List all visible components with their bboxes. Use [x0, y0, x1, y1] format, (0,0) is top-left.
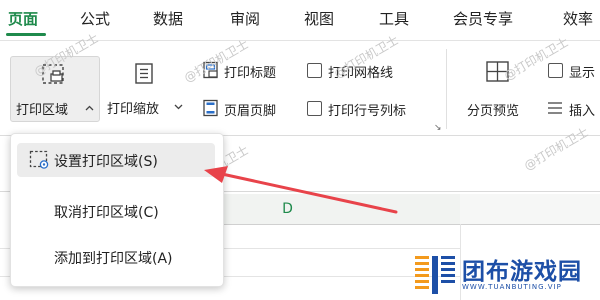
print-titles-icon: [203, 61, 218, 79]
header-footer-button[interactable]: 页眉页脚: [224, 100, 276, 119]
page-break-preview-label: 分页预览: [467, 104, 520, 119]
grid-col-line: [460, 224, 461, 300]
show-label: 显示: [569, 66, 596, 81]
dialog-launcher-icon[interactable]: ↘: [434, 123, 442, 133]
header-footer-icon: [203, 99, 218, 117]
tab-data[interactable]: 数据: [153, 8, 183, 29]
tab-formula[interactable]: 公式: [80, 8, 110, 29]
ribbon: 打印区域 打印缩放 打印标题 页眉页脚 打印网格线 打印行号列标 ↘ 分页预览 …: [0, 41, 600, 135]
print-scale-icon: [135, 63, 153, 84]
print-area-icon: [42, 64, 64, 84]
brand-logo-url: WWW.TUANBUTING.VIP: [462, 283, 562, 291]
tab-tools[interactable]: 工具: [379, 8, 409, 29]
page-break-preview-button[interactable]: 分页预览: [459, 56, 537, 120]
print-gridlines-checkbox[interactable]: [307, 63, 322, 78]
active-tab-indicator: [6, 33, 46, 36]
set-print-area-item[interactable]: 设置打印区域(S): [17, 143, 215, 177]
insert-icon: [548, 102, 562, 114]
ribbon-separator: [446, 49, 447, 129]
set-print-area-icon: [29, 150, 49, 169]
tab-member[interactable]: 会员专享: [453, 8, 513, 29]
print-headings-label: 打印行号列标: [328, 104, 407, 119]
insert-button[interactable]: 插入: [569, 100, 595, 119]
add-to-print-area-label: 添加到打印区域(A): [54, 251, 173, 267]
brand-logo-icon: [415, 256, 455, 294]
cancel-print-area-item[interactable]: 取消打印区域(C): [17, 194, 215, 228]
show-checkbox[interactable]: [548, 63, 563, 78]
page-break-preview-icon: [486, 61, 509, 82]
print-area-label: 打印区域: [16, 103, 69, 118]
tab-efficiency[interactable]: 效率: [563, 8, 593, 29]
tab-view[interactable]: 视图: [304, 8, 334, 29]
print-area-button[interactable]: 打印区域: [10, 56, 100, 122]
print-headings-checkbox[interactable]: [307, 101, 322, 116]
menu-bar: 页面 公式 数据 审阅 视图 工具 会员专享 效率: [0, 0, 600, 40]
print-scale-label: 打印缩放: [107, 102, 160, 117]
brand-logo-text: 团布游戏园: [462, 259, 582, 285]
tab-review[interactable]: 审阅: [230, 8, 260, 29]
print-gridlines-label: 打印网格线: [328, 66, 394, 81]
column-header-next[interactable]: [460, 194, 600, 225]
print-scale-button[interactable]: 打印缩放: [103, 56, 183, 120]
print-area-dropdown: 设置打印区域(S) 取消打印区域(C) 添加到打印区域(A): [10, 133, 224, 287]
set-print-area-label: 设置打印区域(S): [54, 154, 158, 170]
cancel-print-area-label: 取消打印区域(C): [54, 205, 159, 221]
tab-page[interactable]: 页面: [8, 8, 38, 29]
chevron-up-icon: [85, 105, 94, 111]
add-to-print-area-item[interactable]: 添加到打印区域(A): [17, 240, 215, 274]
print-titles-button[interactable]: 打印标题: [224, 62, 276, 81]
chevron-down-icon: [174, 104, 183, 110]
